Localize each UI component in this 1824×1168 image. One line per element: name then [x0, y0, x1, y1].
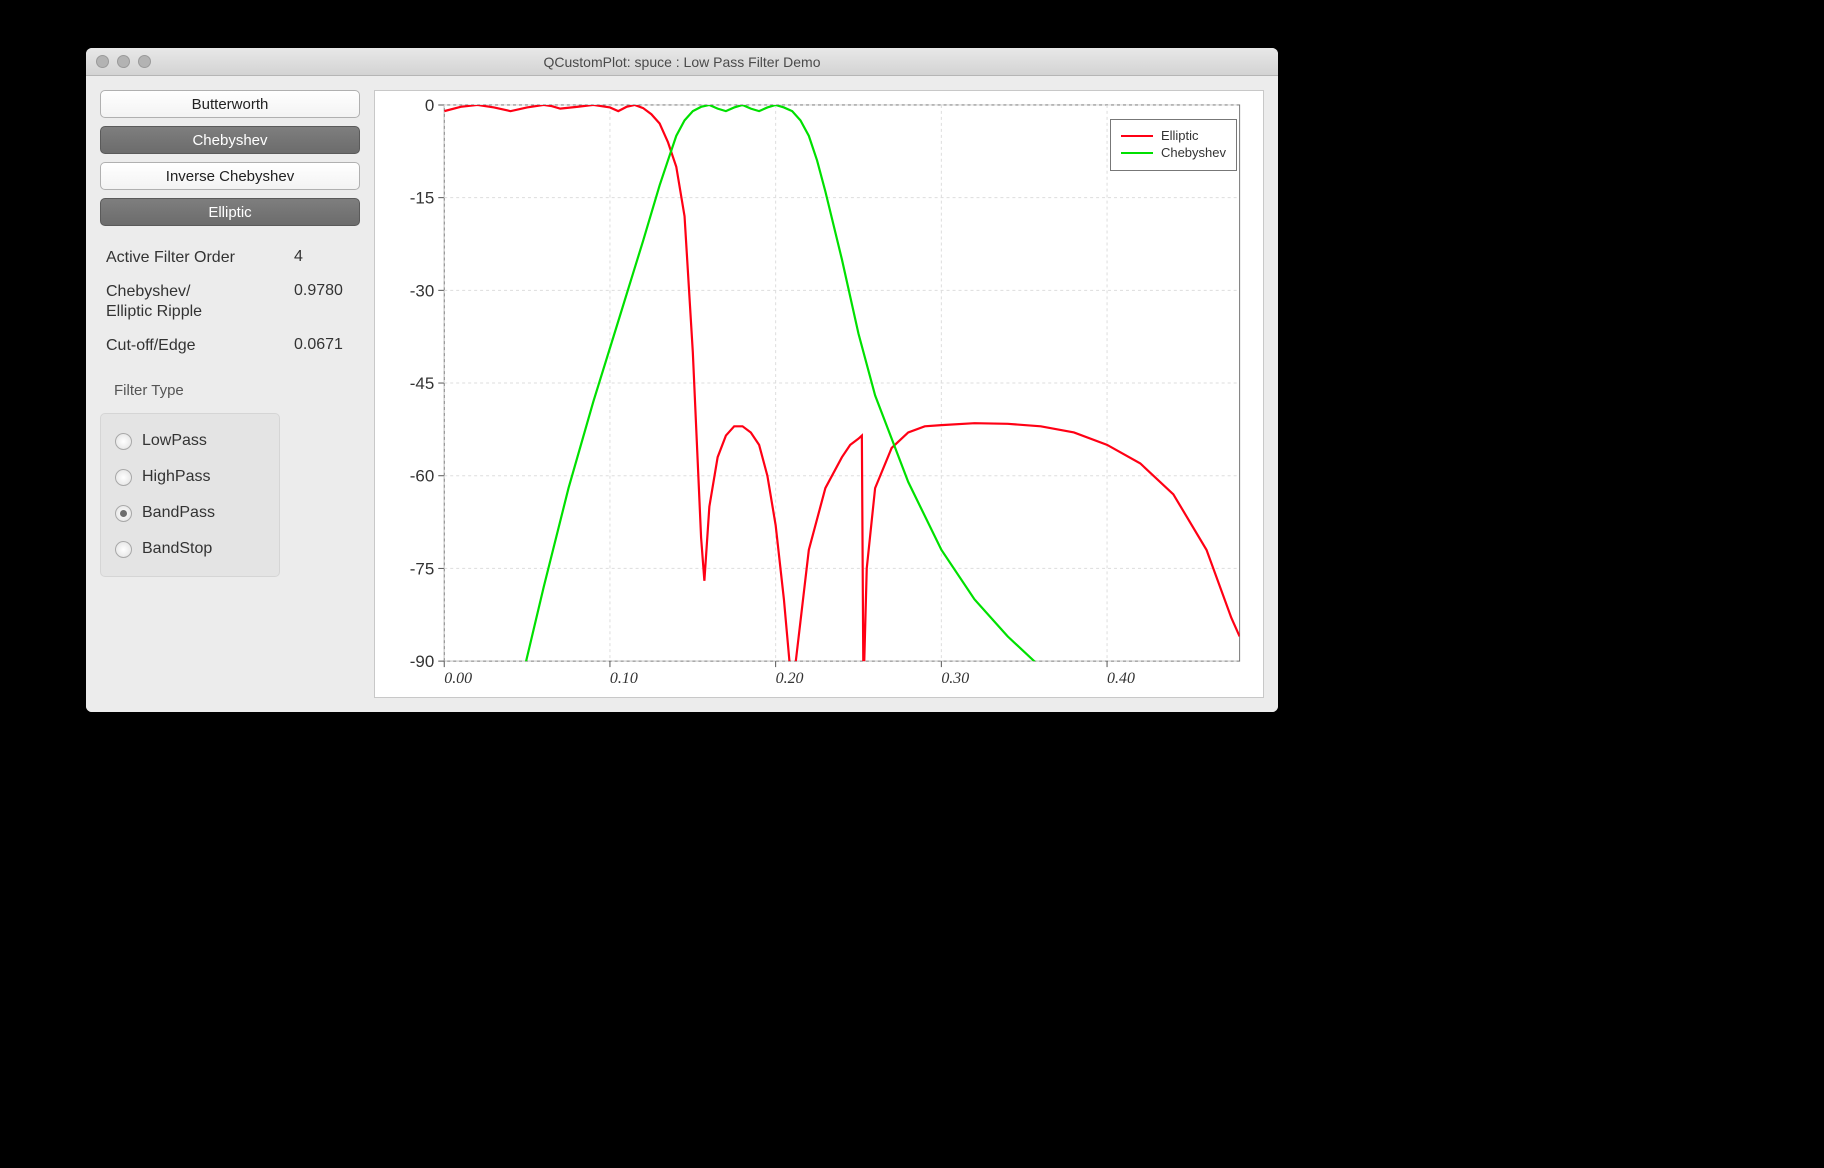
plot-area[interactable]: 0-15-30-45-60-75-900.000.100.200.300.40 …	[374, 90, 1264, 698]
svg-text:-45: -45	[410, 374, 434, 393]
radio-icon	[115, 469, 132, 486]
svg-text:0.30: 0.30	[941, 670, 969, 687]
svg-text:0.10: 0.10	[610, 670, 638, 687]
butterworth-button[interactable]: Butterworth	[100, 90, 360, 118]
radio-bandstop[interactable]: BandStop	[115, 540, 265, 558]
titlebar: QCustomPlot: spuce : Low Pass Filter Dem…	[86, 48, 1278, 76]
order-value: 4	[294, 248, 354, 268]
ripple-label: Chebyshev/ Elliptic Ripple	[106, 282, 202, 322]
inverse-chebyshev-button[interactable]: Inverse Chebyshev	[100, 162, 360, 190]
svg-text:0.20: 0.20	[776, 670, 804, 687]
chebyshev-button[interactable]: Chebyshev	[100, 126, 360, 154]
radio-highpass[interactable]: HighPass	[115, 468, 265, 486]
parameters: Active Filter Order 4 Chebyshev/ Ellipti…	[100, 248, 360, 370]
cutoff-value: 0.0671	[294, 336, 354, 356]
filter-type-label: Filter Type	[100, 382, 360, 399]
legend-label-elliptic: Elliptic	[1161, 128, 1199, 143]
radio-lowpass[interactable]: LowPass	[115, 432, 265, 450]
radio-bandstop-label: BandStop	[142, 540, 212, 558]
radio-highpass-label: HighPass	[142, 468, 210, 486]
content-area: Butterworth Chebyshev Inverse Chebyshev …	[86, 76, 1278, 712]
radio-icon	[115, 541, 132, 558]
svg-text:0.00: 0.00	[444, 670, 472, 687]
legend-label-chebyshev: Chebyshev	[1161, 145, 1226, 160]
elliptic-button[interactable]: Elliptic	[100, 198, 360, 226]
app-window: QCustomPlot: spuce : Low Pass Filter Dem…	[86, 48, 1278, 712]
svg-text:-30: -30	[410, 281, 434, 300]
legend-line-chebyshev	[1121, 152, 1153, 154]
radio-bandpass[interactable]: BandPass	[115, 504, 265, 522]
filter-type-group: LowPass HighPass BandPass BandStop	[100, 413, 280, 577]
radio-lowpass-label: LowPass	[142, 432, 207, 450]
order-label: Active Filter Order	[106, 248, 235, 268]
radio-icon	[115, 433, 132, 450]
chart-svg: 0 -15 -30 -45 -60 -75 -90 0.00 0.10 0.20 0.30 0.40	[375, 91, 1263, 697]
svg-text:-15: -15	[410, 189, 434, 208]
svg-text:-90: -90	[410, 652, 434, 671]
legend-line-elliptic	[1121, 135, 1153, 137]
svg-text:-60: -60	[410, 467, 434, 486]
svg-text:0.40: 0.40	[1107, 670, 1135, 687]
cutoff-label: Cut-off/Edge	[106, 336, 196, 356]
ripple-value: 0.9780	[294, 282, 354, 322]
svg-text:-75: -75	[410, 559, 434, 578]
legend: Elliptic Chebyshev	[1110, 119, 1237, 171]
svg-text:0: 0	[425, 96, 434, 115]
radio-bandpass-label: BandPass	[142, 504, 215, 522]
sidebar: Butterworth Chebyshev Inverse Chebyshev …	[100, 90, 360, 698]
radio-icon	[115, 505, 132, 522]
window-title: QCustomPlot: spuce : Low Pass Filter Dem…	[86, 54, 1278, 70]
